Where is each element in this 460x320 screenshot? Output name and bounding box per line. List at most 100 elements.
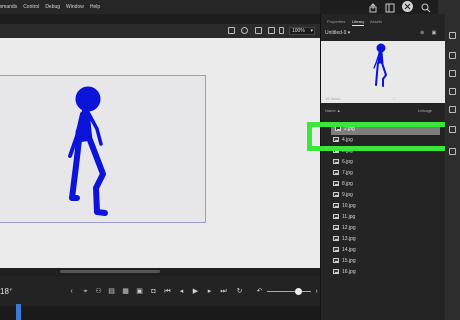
bitmap-file-icon bbox=[333, 258, 339, 263]
rotate-icon[interactable] bbox=[268, 27, 275, 34]
last-frame-icon[interactable]: ⏭ bbox=[220, 288, 227, 295]
library-item-label: 15.jpg bbox=[342, 258, 356, 264]
menu-debug[interactable]: Debug bbox=[45, 4, 60, 10]
scrollbar-thumb[interactable] bbox=[60, 270, 160, 273]
fit-icon[interactable] bbox=[279, 27, 284, 34]
bitmap-file-icon bbox=[333, 269, 339, 274]
library-item[interactable]: 11.jpg bbox=[321, 212, 446, 223]
library-preview bbox=[321, 41, 446, 103]
column-linkage-header[interactable]: Linkage bbox=[418, 108, 432, 113]
workspace-icon[interactable] bbox=[385, 3, 395, 13]
stage-canvas[interactable] bbox=[0, 75, 206, 223]
preview-figure bbox=[373, 43, 388, 87]
search-icon[interactable]: ⌕ bbox=[393, 96, 396, 102]
bitmap-file-icon bbox=[333, 225, 339, 230]
library-item-label: 10.jpg bbox=[342, 203, 356, 209]
close-icon[interactable] bbox=[402, 1, 413, 12]
edit-frames-icon[interactable]: ▦ bbox=[122, 288, 129, 295]
transform-icon[interactable] bbox=[449, 106, 456, 113]
slider-knob[interactable] bbox=[295, 288, 302, 295]
library-item[interactable]: 6.jpg bbox=[321, 157, 446, 168]
clip-icon[interactable] bbox=[255, 27, 262, 34]
stage-toolbar: 100% bbox=[0, 24, 320, 38]
library-document-select[interactable]: Untitled-9 bbox=[325, 30, 405, 38]
search-help-icon[interactable] bbox=[421, 3, 431, 13]
library-icon[interactable] bbox=[449, 52, 456, 59]
chevron-left-icon[interactable]: ‹ bbox=[68, 288, 75, 295]
library-item[interactable]: 15.jpg bbox=[321, 256, 446, 267]
insert-keyframe-icon[interactable]: ▣ bbox=[136, 288, 143, 295]
timeline-toolbar: 18F ‹ ⌖ ⚇ ▤ ▦ ▣ ◘ ⏮ ◂ ▶ ▸ ⏭ ↻ ↶ › bbox=[0, 276, 320, 306]
properties-icon[interactable] bbox=[449, 32, 456, 39]
column-name-header[interactable]: Name ▲ bbox=[325, 108, 341, 113]
library-item-label: 13.jpg bbox=[342, 236, 356, 242]
current-frame-number: 18F bbox=[0, 287, 13, 296]
tab-library[interactable]: Library bbox=[352, 19, 365, 26]
walking-figure[interactable] bbox=[0, 76, 207, 224]
library-item-label: 16.jpg bbox=[342, 269, 356, 275]
menu-control[interactable]: Control bbox=[23, 4, 39, 10]
library-item[interactable]: 16.jpg bbox=[321, 267, 446, 278]
add-motion-icon[interactable]: ⌖ bbox=[82, 288, 89, 295]
camera-icon[interactable]: ◘ bbox=[150, 288, 157, 295]
edit-symbol-icon[interactable] bbox=[228, 27, 235, 34]
library-item-label: 9.jpg bbox=[342, 192, 353, 198]
library-panel-icons: ⊕ ▣ bbox=[420, 30, 436, 36]
panel-tabs: Properties Library Assets bbox=[321, 16, 446, 26]
stage-area[interactable] bbox=[0, 38, 320, 268]
pin-icon[interactable]: ⊕ bbox=[420, 30, 424, 36]
tab-properties[interactable]: Properties bbox=[327, 19, 345, 24]
menu-bar: mmands Control Debug Window Help bbox=[0, 0, 320, 14]
library-item[interactable]: 13.jpg bbox=[321, 234, 446, 245]
menu-help[interactable]: Help bbox=[90, 4, 100, 10]
layers-icon[interactable] bbox=[449, 70, 456, 77]
bitmap-file-icon bbox=[333, 203, 339, 208]
right-tool-strip bbox=[445, 14, 460, 320]
ease-icon[interactable]: ⚇ bbox=[95, 288, 102, 295]
library-item-label: 14.jpg bbox=[342, 247, 356, 253]
center-stage-icon[interactable] bbox=[241, 27, 248, 34]
items-count: 18 Items bbox=[325, 96, 341, 101]
code-snippets-icon[interactable] bbox=[449, 148, 456, 155]
library-item[interactable]: 7.jpg bbox=[321, 168, 446, 179]
library-item[interactable]: 10.jpg bbox=[321, 201, 446, 212]
library-item[interactable]: 8.jpg bbox=[321, 179, 446, 190]
bitmap-file-icon bbox=[333, 170, 339, 175]
selection-highlight-box bbox=[307, 122, 455, 151]
bitmap-file-icon bbox=[333, 214, 339, 219]
library-item-label: 11.jpg bbox=[342, 214, 356, 220]
bitmap-file-icon bbox=[333, 181, 339, 186]
library-item[interactable]: 9.jpg bbox=[321, 190, 446, 201]
library-item-label: 7.jpg bbox=[342, 170, 353, 176]
zoom-select[interactable]: 100% bbox=[289, 27, 315, 35]
tab-assets[interactable]: Assets bbox=[370, 19, 382, 24]
bitmap-file-icon bbox=[333, 192, 339, 197]
timeline-zoom-slider[interactable] bbox=[267, 291, 311, 292]
step-forward-icon[interactable]: ▸ bbox=[206, 288, 213, 295]
share-icon[interactable] bbox=[368, 3, 378, 13]
bitmap-file-icon bbox=[333, 236, 339, 241]
library-item-label: 12.jpg bbox=[342, 225, 356, 231]
bitmap-file-icon bbox=[333, 159, 339, 164]
align-icon[interactable] bbox=[449, 88, 456, 95]
bitmap-file-icon bbox=[333, 247, 339, 252]
playhead[interactable] bbox=[16, 304, 21, 320]
library-panel: Properties Library Assets Untitled-9 ⊕ ▣… bbox=[320, 14, 446, 320]
onion-skin-icon[interactable]: ▤ bbox=[108, 288, 115, 295]
loop-icon[interactable]: ↻ bbox=[236, 288, 243, 295]
library-item[interactable]: 12.jpg bbox=[321, 223, 446, 234]
timeline-ruler[interactable] bbox=[0, 306, 320, 320]
stage-scrollbar[interactable] bbox=[0, 268, 320, 276]
menu-commands[interactable]: mmands bbox=[0, 4, 17, 10]
new-library-icon[interactable]: ▣ bbox=[432, 30, 437, 36]
components-icon[interactable] bbox=[449, 126, 456, 133]
library-item[interactable]: 14.jpg bbox=[321, 245, 446, 256]
undo-icon[interactable]: ↶ bbox=[256, 288, 263, 295]
library-item-label: 8.jpg bbox=[342, 181, 353, 187]
play-icon[interactable]: ▶ bbox=[192, 288, 199, 295]
chevron-right-icon[interactable]: › bbox=[313, 288, 320, 295]
title-bar-right bbox=[438, 0, 460, 14]
step-back-icon[interactable]: ◂ bbox=[178, 288, 185, 295]
menu-window[interactable]: Window bbox=[66, 4, 84, 10]
first-frame-icon[interactable]: ⏮ bbox=[164, 288, 171, 295]
